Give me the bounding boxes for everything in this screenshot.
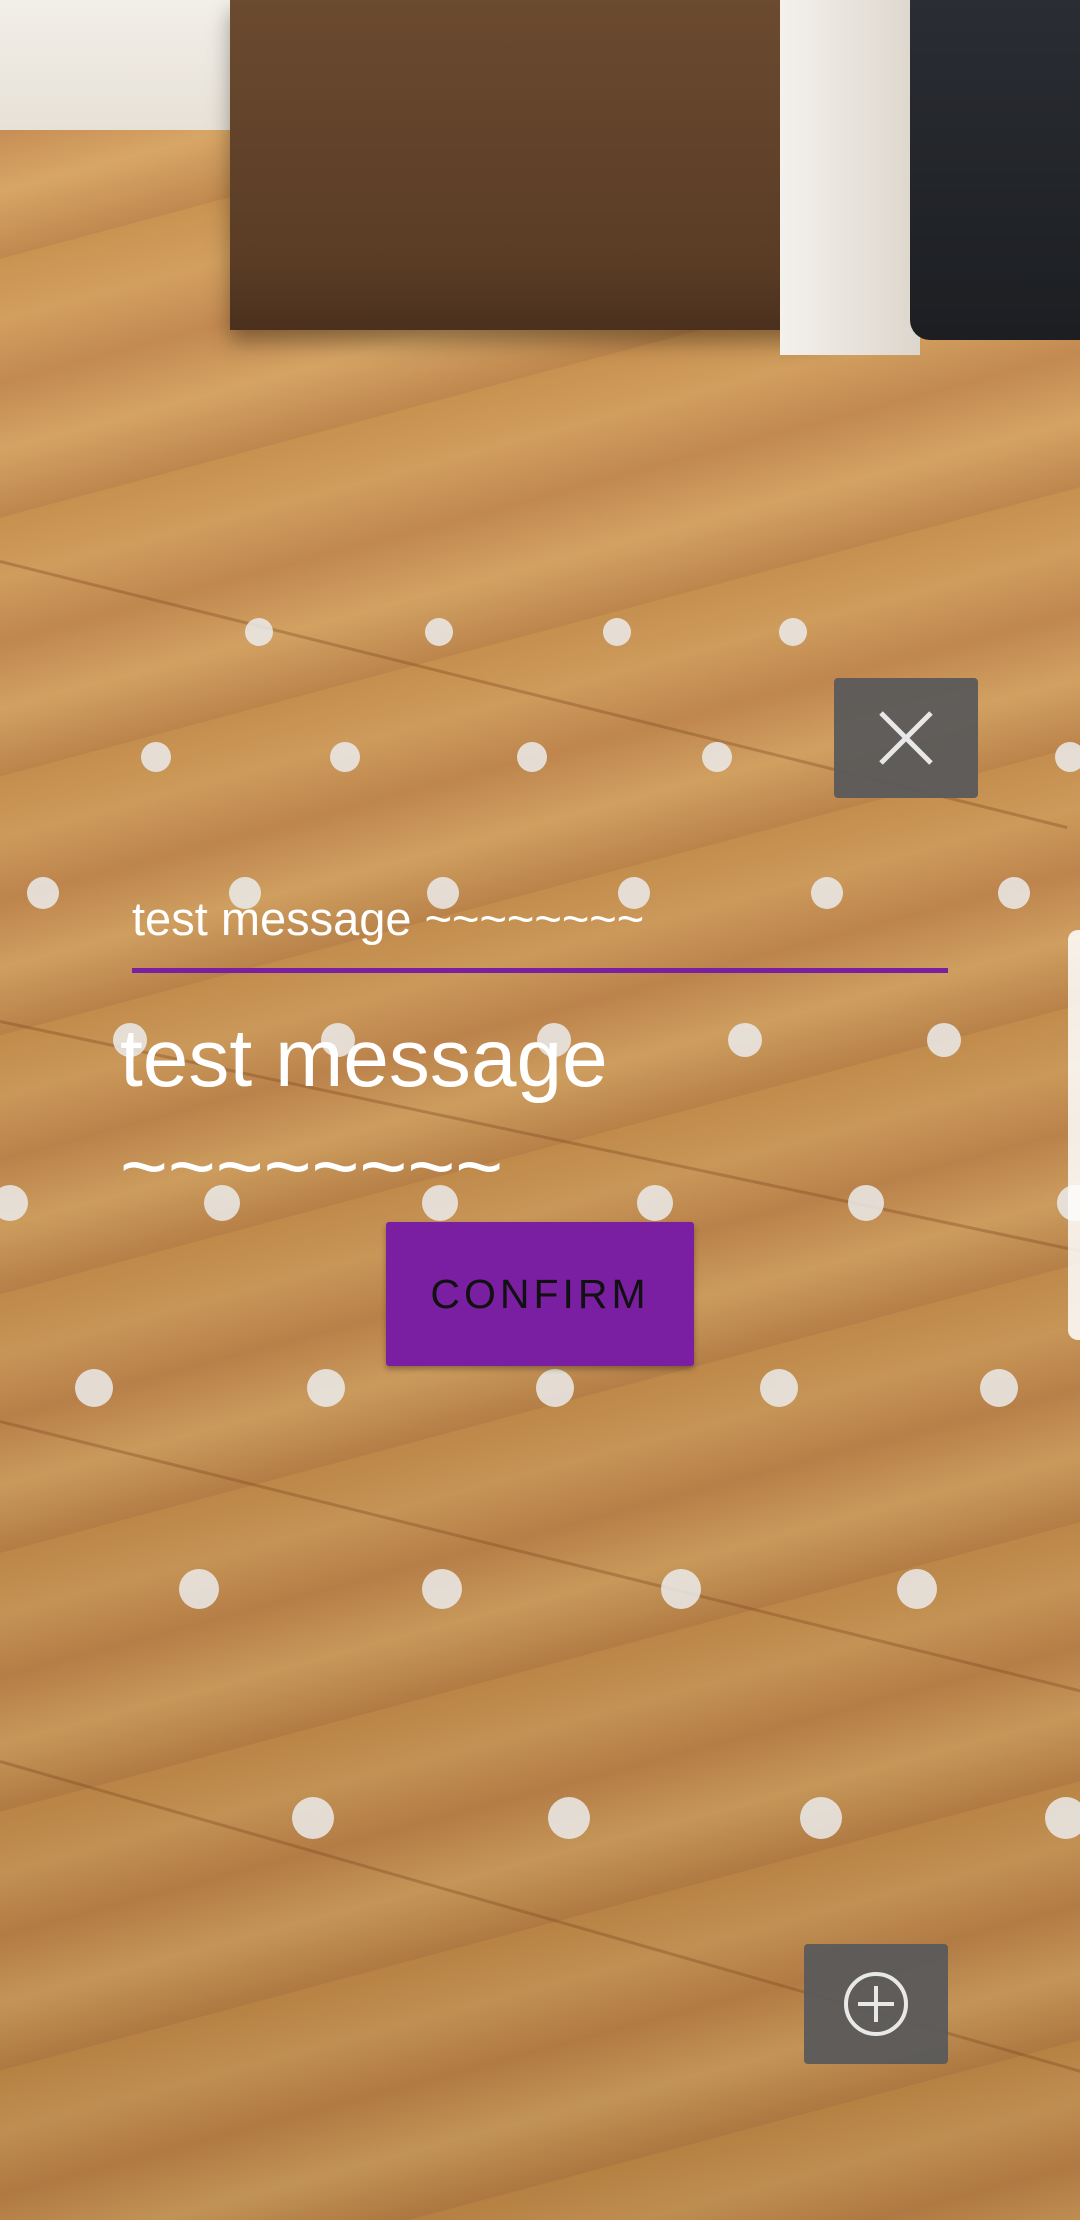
- plane-dot: [603, 618, 631, 646]
- plane-dot: [517, 742, 547, 772]
- plane-dot: [422, 1569, 462, 1609]
- plane-dot: [0, 1185, 28, 1221]
- floor-seam: [0, 1420, 1080, 1714]
- plane-dot: [27, 877, 59, 909]
- plane-dot: [800, 1797, 842, 1839]
- input-underline: [132, 968, 948, 973]
- plane-dot: [330, 742, 360, 772]
- add-circle-icon: [844, 1972, 908, 2036]
- plane-dot: [980, 1369, 1018, 1407]
- close-icon: [879, 711, 933, 765]
- plane-dot: [1055, 742, 1080, 772]
- plane-dot: [661, 1569, 701, 1609]
- cabinet: [230, 0, 830, 330]
- plane-dot: [897, 1569, 937, 1609]
- plane-dot: [702, 742, 732, 772]
- add-button[interactable]: [804, 1944, 948, 2064]
- edge-panel-handle[interactable]: [1068, 930, 1080, 1340]
- plane-dot: [927, 1023, 961, 1057]
- plane-dot: [292, 1797, 334, 1839]
- plane-dot: [536, 1369, 574, 1407]
- plane-dot: [760, 1369, 798, 1407]
- close-button[interactable]: [834, 678, 978, 798]
- confirm-button[interactable]: CONFIRM: [386, 1222, 694, 1366]
- plane-dot: [245, 618, 273, 646]
- wall-post: [780, 0, 920, 355]
- plane-dot: [141, 742, 171, 772]
- plane-dot: [425, 618, 453, 646]
- plane-dot: [848, 1185, 884, 1221]
- plane-dot: [548, 1797, 590, 1839]
- plane-dot: [307, 1369, 345, 1407]
- trash-bin: [910, 0, 1080, 340]
- message-preview: test message ~~~~~~~~: [120, 1013, 608, 1212]
- message-input[interactable]: [132, 868, 948, 968]
- plane-dot: [998, 877, 1030, 909]
- plane-dot: [779, 618, 807, 646]
- plane-dot: [728, 1023, 762, 1057]
- wall: [0, 0, 235, 130]
- message-input-container: [132, 868, 948, 974]
- plane-dot: [75, 1369, 113, 1407]
- plane-dot: [179, 1569, 219, 1609]
- ar-camera-view[interactable]: test message ~~~~~~~~ CONFIRM: [0, 0, 1080, 2220]
- plane-dot: [1045, 1797, 1080, 1839]
